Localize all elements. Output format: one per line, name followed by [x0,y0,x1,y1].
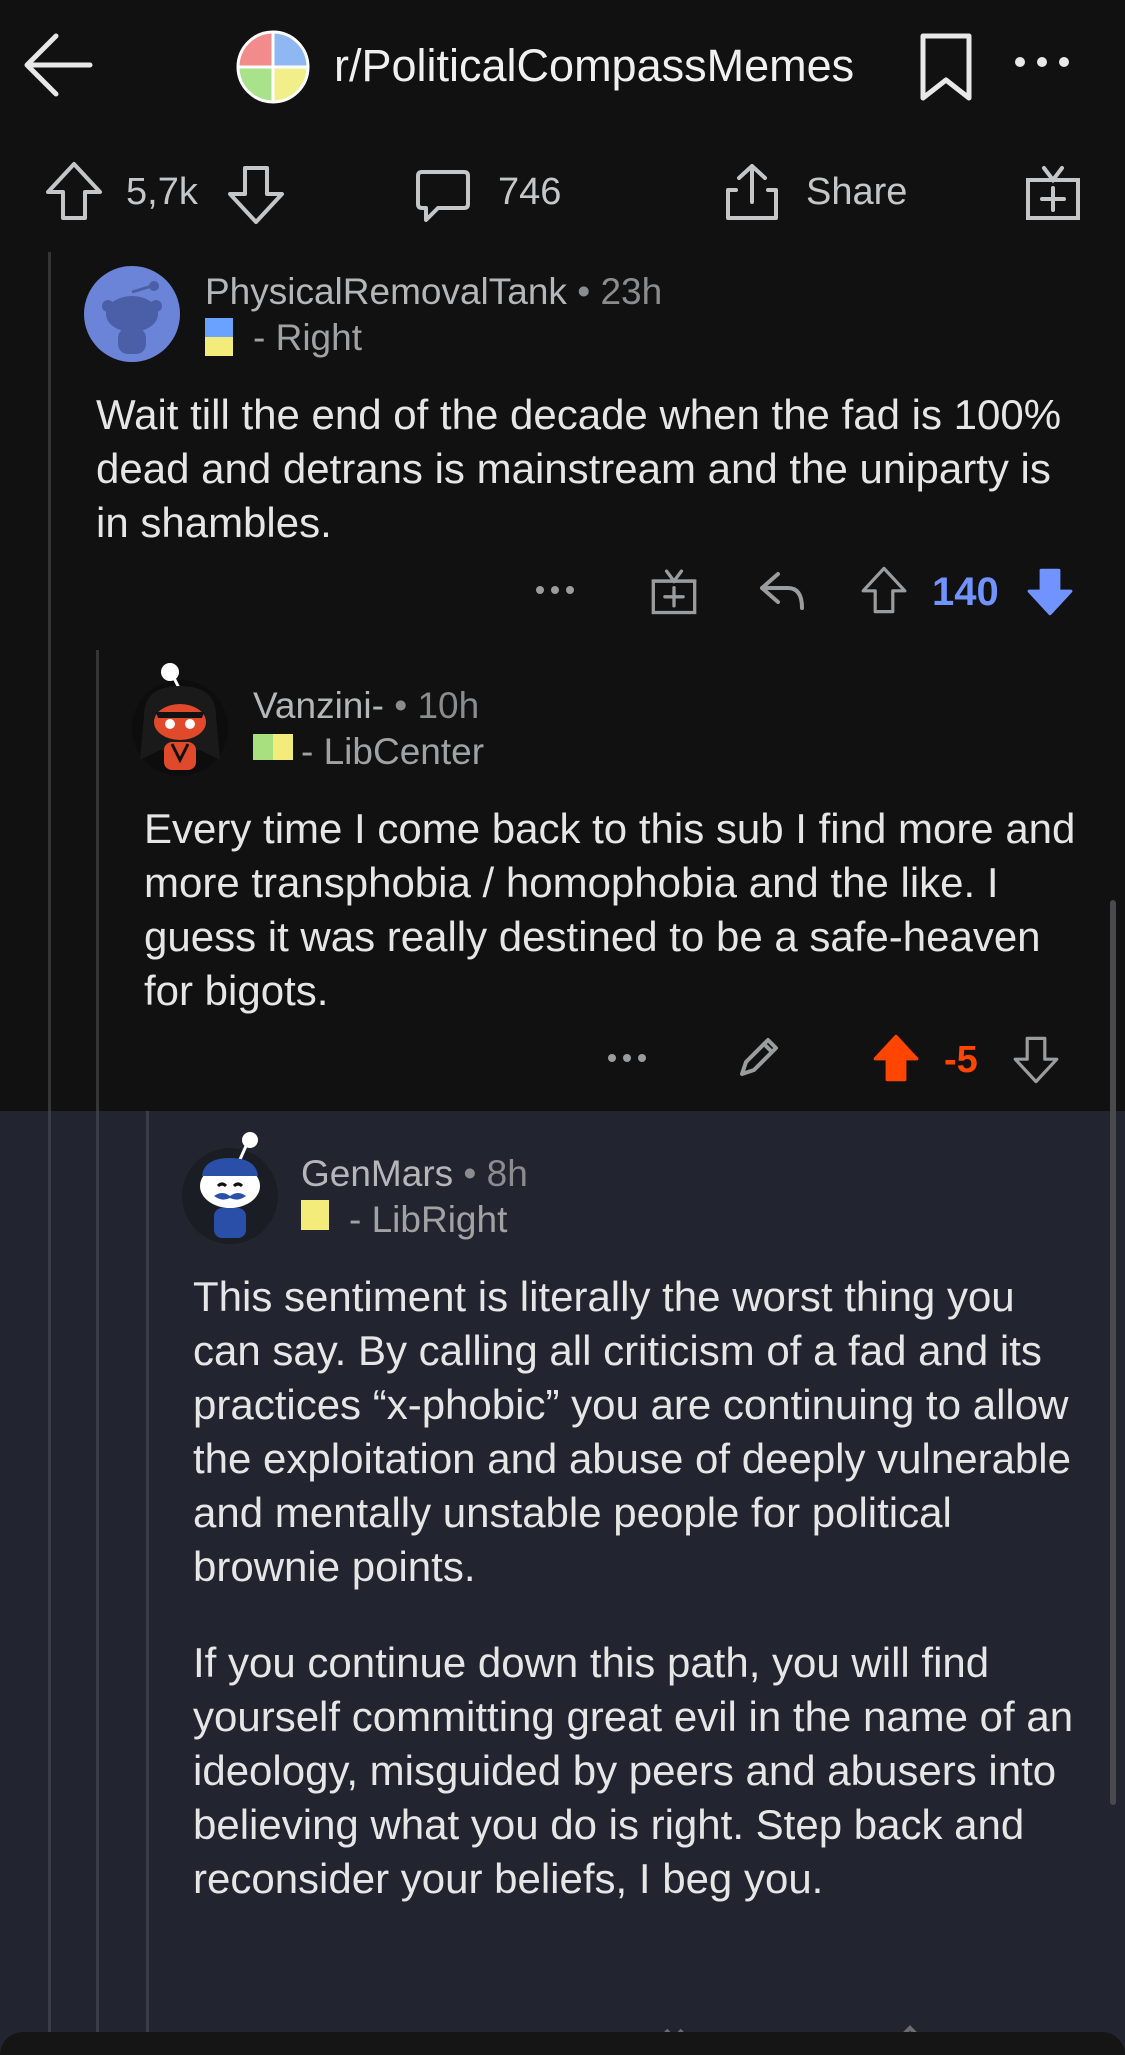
more-icon[interactable] [606,1052,648,1064]
subreddit-icon[interactable] [236,30,310,104]
comment-count: 746 [498,171,562,213]
comment-body: Wait till the end of the decade when the… [96,391,1062,546]
edit-icon[interactable] [736,1034,782,1080]
comment-username[interactable]: PhysicalRemovalTank • 23h [205,270,662,314]
user-flair: - LibCenter [301,731,485,772]
flair-icon [253,734,293,760]
thread-line-3[interactable] [146,1111,149,2055]
comment-score: 140 [932,570,999,614]
reply-icon[interactable] [758,568,806,612]
upvote-count: 5,7k [126,171,198,213]
user-flair: - LibRight [349,1199,508,1240]
top-bar: r/PoliticalCompassMemes [0,0,1125,135]
bookmark-icon[interactable] [918,32,974,102]
comment-username[interactable]: Vanzini- • 10h [253,684,479,728]
scrollbar[interactable] [1110,900,1116,1805]
comment-username[interactable]: GenMars • 8h [301,1152,528,1196]
flair-icon [301,1200,329,1230]
avatar[interactable] [84,266,180,362]
bottom-sheet-edge [0,2032,1125,2055]
subreddit-name[interactable]: r/PoliticalCompassMemes [334,38,854,93]
thread-line-1-highlight [48,1111,51,2055]
comment-score: -5 [944,1039,978,1081]
comment-icon[interactable] [414,168,472,224]
comment-body: This sentiment is literally the worst th… [193,1273,1074,1902]
comment-body: Every time I come back to this sub I fin… [144,805,1076,1014]
award-icon[interactable] [650,566,698,616]
upvote-icon-active[interactable] [872,1032,920,1084]
downvote-icon-active[interactable] [1026,566,1074,618]
downvote-icon[interactable] [1012,1034,1060,1086]
upvote-icon[interactable] [860,564,908,616]
more-icon[interactable] [1012,54,1072,70]
more-icon[interactable] [534,584,576,596]
avatar[interactable] [180,1130,280,1246]
thread-line-2-highlight [96,1111,99,2055]
award-icon[interactable] [1024,162,1082,222]
avatar[interactable] [130,660,230,778]
share-label[interactable]: Share [806,172,907,212]
downvote-icon[interactable] [226,164,286,226]
post-action-bar: 5,7k 746 Share [0,150,1125,240]
share-icon[interactable] [722,162,782,222]
flair-icon [205,318,233,356]
upvote-icon[interactable] [44,160,104,222]
back-arrow-icon[interactable] [22,30,94,100]
user-flair: - Right [253,317,362,358]
